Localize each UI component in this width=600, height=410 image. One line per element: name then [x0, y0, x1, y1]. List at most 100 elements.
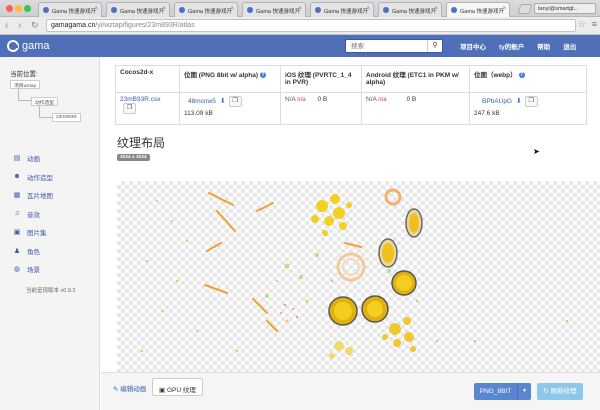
png-file-link[interactable]: 48mcnw5 — [188, 98, 216, 105]
person-icon: ♟ — [13, 247, 21, 255]
ios-na: N/A — [285, 96, 296, 103]
tab-close-icon[interactable]: × — [298, 6, 302, 12]
copy-button[interactable]: ❐ — [524, 96, 538, 107]
ring-sprite — [336, 252, 366, 282]
help-icon[interactable]: ? — [518, 72, 525, 79]
help-icon[interactable]: ? — [260, 72, 267, 79]
window-close-button[interactable] — [6, 5, 13, 12]
browser-tab[interactable]: Gama 快速游戏开 × — [38, 2, 102, 17]
url-field[interactable]: gamagama.cn/yi/wztap/figures/23m893R/atl… — [46, 19, 576, 32]
browser-tab[interactable]: Gama 快速游戏开 × — [242, 2, 306, 17]
nav-link-logout[interactable]: 退出 — [563, 41, 576, 51]
cell-android: N/A n/a 0 B — [361, 92, 470, 125]
copy-button[interactable]: ❐ — [123, 103, 136, 114]
refresh-texture-button[interactable]: ↻ 刷新纹理 — [537, 383, 583, 400]
gama-favicon-icon — [111, 7, 117, 13]
breadcrumb-project[interactable]: 项目wztap — [10, 80, 41, 89]
star-burst-cluster — [329, 341, 353, 359]
star-burst-cluster — [382, 317, 416, 352]
cell-cocos: 23mB93R.csx ❐ — [115, 92, 180, 125]
gama-favicon-icon — [43, 7, 49, 13]
forward-arrow-icon[interactable]: › — [18, 20, 21, 31]
search-input[interactable] — [346, 40, 426, 52]
star-burst-cluster — [311, 194, 352, 236]
browser-tab-active[interactable]: Gama 快速游戏开 × — [446, 2, 510, 17]
sidebar-item-sound[interactable]: ♫ 音效 — [0, 205, 100, 224]
ring-sprite — [342, 258, 360, 276]
caret-down-icon: ▼ — [517, 383, 531, 400]
sidebar-item-character[interactable]: ♟ 角色 — [0, 242, 100, 261]
tab-close-icon[interactable]: × — [366, 6, 370, 12]
window-maximize-button[interactable] — [24, 5, 31, 12]
texture-atlas-preview — [117, 181, 600, 381]
browser-tab-bar: Gama 快速游戏开 × Gama 快速游戏开 × Gama 快速游戏开 × Gama… — [0, 0, 600, 17]
clipboard-icon: ❐ — [126, 105, 133, 111]
breadcrumb-category[interactable]: 动作造型 — [31, 97, 59, 106]
gama-favicon-icon — [383, 7, 389, 13]
clipboard-icon: ❐ — [232, 98, 238, 104]
png-size: 113.09 kB — [184, 110, 213, 117]
tab-close-icon[interactable]: × — [94, 6, 98, 12]
nav-link-projects[interactable]: 项目中心 — [460, 41, 486, 51]
tab-close-icon[interactable]: × — [230, 6, 234, 12]
back-arrow-icon[interactable]: ‹ — [5, 20, 8, 31]
tab-close-icon[interactable]: × — [502, 6, 506, 12]
main-content: Cocos2d-x 位图 (PNG 8bit w/ alpha)? iOS 纹理… — [101, 57, 600, 410]
globe-icon: ◍ — [13, 266, 21, 274]
app-navbar: gama ⚲ 项目中心 ty的账户 帮助 退出 — [0, 35, 600, 57]
sidebar-item-motion-pose[interactable]: ☻ 动作造型 — [0, 168, 100, 187]
tab-close-icon[interactable]: × — [434, 6, 438, 12]
edit-animation-tab[interactable]: ✎ 编辑动画 — [107, 378, 152, 396]
new-tab-button[interactable] — [517, 4, 533, 14]
gama-logo-icon — [7, 40, 19, 52]
reload-icon[interactable]: ↻ — [31, 20, 39, 31]
format-dropdown-button[interactable]: PNG_8BIT ▼ — [474, 383, 531, 400]
copy-button[interactable]: ❐ — [228, 96, 242, 107]
atlas-sprites — [140, 188, 569, 359]
android-na: N/A — [366, 96, 377, 103]
cocos-file-link[interactable]: 23mB93R.csx — [120, 96, 160, 103]
header-ios: iOS 纹理 (PVRTC_1_4 in PVR) — [280, 65, 362, 93]
export-formats-table: Cocos2d-x 位图 (PNG 8bit w/ alpha)? iOS 纹理… — [115, 65, 587, 125]
header-cocos: Cocos2d-x — [115, 65, 180, 93]
browser-tab[interactable]: Gama 快速游戏开 × — [310, 2, 374, 17]
cell-png: 48mcnw5 ⬇ ❐ 113.09 kB — [179, 92, 281, 125]
download-icon[interactable]: ⬇ — [516, 98, 522, 105]
gama-logo[interactable]: gama — [7, 39, 50, 53]
gama-favicon-icon — [247, 7, 253, 13]
webp-file-link[interactable]: BPbAUpG — [482, 98, 512, 105]
browser-tab[interactable]: Gama 快速游戏开 × — [106, 2, 170, 17]
mouse-cursor-icon: ➤ — [533, 147, 540, 156]
sidebar-item-scene[interactable]: ◍ 场景 — [0, 260, 100, 279]
search-box: ⚲ — [345, 39, 443, 53]
search-button[interactable]: ⚲ — [427, 40, 442, 52]
nav-link-account[interactable]: ty的账户 — [499, 41, 524, 51]
music-icon: ♫ — [14, 210, 20, 218]
bookmark-star-icon[interactable]: ☆ — [578, 19, 586, 30]
nav-link-help[interactable]: 帮助 — [537, 41, 550, 51]
sparkle-sprites — [140, 199, 569, 353]
sidebar-item-image-set[interactable]: ▣ 图片集 — [0, 223, 100, 242]
window-minimize-button[interactable] — [15, 5, 22, 12]
version-label: 当前呈现版本 v0.9.2 — [26, 288, 76, 294]
browser-user-chip[interactable]: tanyi@smartgt... — [534, 3, 596, 14]
address-bar-row: ‹ › ↻ gamagama.cn/yi/wztap/figures/23m89… — [0, 17, 600, 35]
tab-close-icon[interactable]: × — [162, 6, 166, 12]
ios-na-flag: n/a — [297, 97, 306, 103]
browser-tab[interactable]: Gama 快速游戏开 × — [174, 2, 238, 17]
location-title: 当前位置: — [10, 71, 38, 78]
sidebar-item-tilemap[interactable]: ▦ 瓦片地图 — [0, 186, 100, 205]
browser-tab[interactable]: Gama 快速游戏开 × — [378, 2, 442, 17]
browser-menu-icon[interactable]: ≡ — [592, 19, 597, 29]
header-webp: 位图（webp）? — [469, 65, 587, 93]
android-size: 0 B — [406, 96, 417, 103]
ios-size: 0 B — [317, 96, 328, 103]
breadcrumb-item[interactable]: 23m893R — [52, 113, 81, 122]
download-icon[interactable]: ⬇ — [220, 98, 226, 105]
users-icon: ☻ — [13, 173, 21, 181]
gama-favicon-icon — [179, 7, 185, 13]
bottom-toolbar: ✎ 编辑动画 ▣ GPU 纹理 PNG_8BIT ▼ ↻ 刷新纹理 — [101, 372, 600, 410]
sidebar-item-animation[interactable]: ▤ 动画 — [0, 149, 100, 168]
gpu-texture-tab[interactable]: ▣ GPU 纹理 — [152, 378, 203, 396]
refresh-icon: ↻ — [543, 388, 551, 395]
